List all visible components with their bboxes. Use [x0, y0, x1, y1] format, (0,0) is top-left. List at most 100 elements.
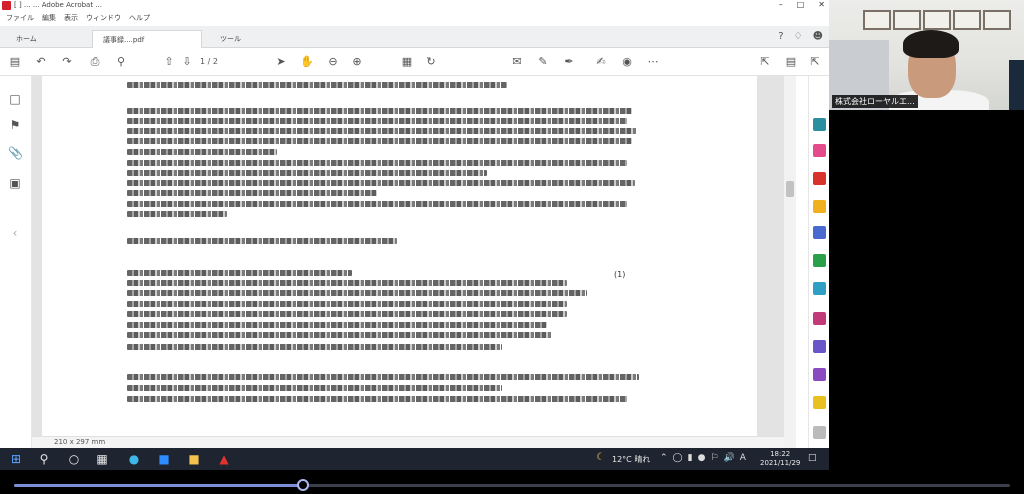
scan-ocr-icon[interactable] — [813, 282, 826, 295]
tray-app-icon[interactable]: ● — [698, 453, 706, 463]
participant-name: 株式会社ローヤルエ... — [832, 95, 918, 108]
tab-tools[interactable]: ツール — [210, 30, 251, 48]
document-viewer[interactable]: (1) — [32, 76, 784, 436]
edge-browser-icon[interactable]: ● — [126, 451, 142, 467]
wall-frame — [983, 10, 1011, 30]
background-monitor — [1009, 60, 1024, 110]
zoom-in-icon[interactable]: ⊕ — [350, 55, 364, 69]
pages-icon[interactable]: □ — [8, 92, 22, 106]
prev-page-icon[interactable]: ⇧ — [162, 55, 176, 69]
lock-icon[interactable]: ▣ — [8, 176, 22, 190]
select-icon[interactable]: ➤ — [274, 55, 288, 69]
menu-window[interactable]: ウィンドウ — [86, 13, 121, 23]
scroll-thumb[interactable] — [786, 181, 794, 197]
participant-video[interactable]: 株式会社ローヤルエ... — [829, 0, 1024, 110]
maximize-button[interactable]: □ — [797, 0, 805, 9]
attachment-icon[interactable]: 📎 — [8, 146, 23, 160]
playback-progress-bar[interactable] — [14, 479, 1010, 491]
task-view-icon[interactable]: ○ — [66, 451, 82, 467]
menu-edit[interactable]: 編集 — [42, 13, 56, 23]
acrobat-taskbar-icon[interactable]: ▲ — [216, 451, 232, 467]
text-line — [127, 160, 627, 166]
edit-pdf-icon[interactable] — [813, 172, 826, 185]
tray-wifi-icon[interactable]: ⚐ — [710, 453, 718, 463]
tray-network-icon[interactable]: ◯ — [673, 453, 683, 463]
text-line — [127, 332, 552, 338]
fit-icon[interactable]: ▦ — [400, 55, 414, 69]
menu-bar: ファイル 編集 表示 ウィンドウ ヘルプ — [0, 12, 829, 24]
taskbar-clock[interactable]: 18:22 2021/11/29 — [760, 450, 800, 468]
stamp-icon[interactable]: ◉ — [620, 55, 634, 69]
fill-sign-icon[interactable] — [813, 340, 826, 353]
weather-widget[interactable]: 12°C 晴れ — [612, 454, 650, 465]
minimize-button[interactable]: – — [779, 0, 783, 9]
text-line — [127, 311, 567, 317]
vertical-scrollbar[interactable] — [784, 76, 796, 448]
highlight-icon[interactable]: ✒ — [562, 55, 576, 69]
sidebar-icon[interactable]: ▤ — [8, 55, 22, 69]
wall-frame — [953, 10, 981, 30]
text-line — [127, 190, 377, 196]
more-icon[interactable]: ⋯ — [646, 55, 660, 69]
help-icon[interactable]: ? — [778, 31, 783, 42]
menu-help[interactable]: ヘルプ — [129, 13, 150, 23]
rotate-icon[interactable]: ↻ — [424, 55, 438, 69]
search-icon[interactable]: ⚲ — [114, 55, 128, 69]
back-icon[interactable]: ↶ — [34, 55, 48, 69]
close-button[interactable]: ✕ — [818, 0, 825, 9]
zoom-out-icon[interactable]: ⊖ — [326, 55, 340, 69]
menu-file[interactable]: ファイル — [6, 13, 34, 23]
text-line — [127, 301, 567, 307]
send-for-review-icon[interactable] — [813, 368, 826, 381]
weather-condition: 晴れ — [634, 455, 651, 464]
bell-icon[interactable]: ♢ — [794, 31, 803, 42]
more-tools-icon[interactable] — [813, 426, 826, 439]
playback-scrubber-handle[interactable] — [296, 479, 309, 491]
input-mode-indicator[interactable]: A — [740, 453, 746, 463]
text-line — [127, 82, 507, 88]
protect-icon[interactable] — [813, 312, 826, 325]
volume-icon[interactable]: 🔊 — [724, 453, 735, 463]
pen-icon[interactable]: ✎ — [536, 55, 550, 69]
collapse-left-icon[interactable]: ‹ — [8, 226, 22, 240]
clock-time: 18:22 — [770, 450, 791, 458]
page-indicator[interactable]: 1 / 2 — [200, 57, 218, 66]
tab-document[interactable]: 議事録....pdf — [92, 30, 202, 48]
file-explorer-icon[interactable]: ■ — [186, 451, 202, 467]
tray-chevron-icon[interactable]: ⌃ — [660, 453, 668, 463]
account-icon[interactable]: ☻ — [813, 31, 823, 42]
print-icon[interactable]: ⎙ — [88, 55, 102, 69]
sign-icon[interactable]: ✍ — [594, 55, 608, 69]
text-line — [127, 138, 632, 144]
comment-icon[interactable]: ✉ — [510, 55, 524, 69]
zoom-app-icon[interactable]: ■ — [156, 451, 172, 467]
acrobat-app-icon — [2, 1, 11, 10]
weather-temp: 12°C — [612, 455, 632, 464]
organize-pages-icon[interactable] — [813, 254, 826, 267]
hand-icon[interactable]: ✋ — [300, 55, 314, 69]
widgets-icon[interactable]: ▦ — [94, 451, 110, 467]
toolbar: ▤ ↶ ↷ ⎙ ⚲ ⇧ ⇩ 1 / 2 ➤ ✋ ⊖ ⊕ ▦ ↻ ✉ ✎ ✒ ✍ … — [0, 48, 829, 76]
bookmark-icon[interactable]: ⚑ — [8, 118, 22, 132]
export-pdf-icon[interactable] — [813, 118, 826, 131]
tray-battery-icon[interactable]: ▮ — [688, 453, 693, 463]
comment-tool-icon[interactable] — [813, 200, 826, 213]
next-page-icon[interactable]: ⇩ — [180, 55, 194, 69]
page-marker: (1) — [614, 270, 626, 279]
forward-icon[interactable]: ↷ — [60, 55, 74, 69]
share-icon[interactable]: ⇱ — [758, 55, 772, 69]
create-pdf-icon[interactable] — [813, 144, 826, 157]
tab-home[interactable]: ホーム — [6, 30, 47, 48]
search-icon[interactable]: ⚲ — [36, 451, 52, 467]
menu-view[interactable]: 表示 — [64, 13, 78, 23]
windows-start-icon[interactable]: ⊞ — [8, 451, 24, 467]
text-line — [127, 396, 627, 402]
page-size-label: 210 x 297 mm — [54, 438, 106, 446]
notification-icon[interactable]: □ — [808, 453, 817, 463]
expand-icon[interactable]: ⇱ — [808, 55, 822, 69]
text-line — [127, 238, 397, 244]
stamp-tool-icon[interactable] — [813, 396, 826, 409]
participant-hair — [903, 30, 959, 58]
save-icon[interactable]: ▤ — [784, 55, 798, 69]
combine-files-icon[interactable] — [813, 226, 826, 239]
